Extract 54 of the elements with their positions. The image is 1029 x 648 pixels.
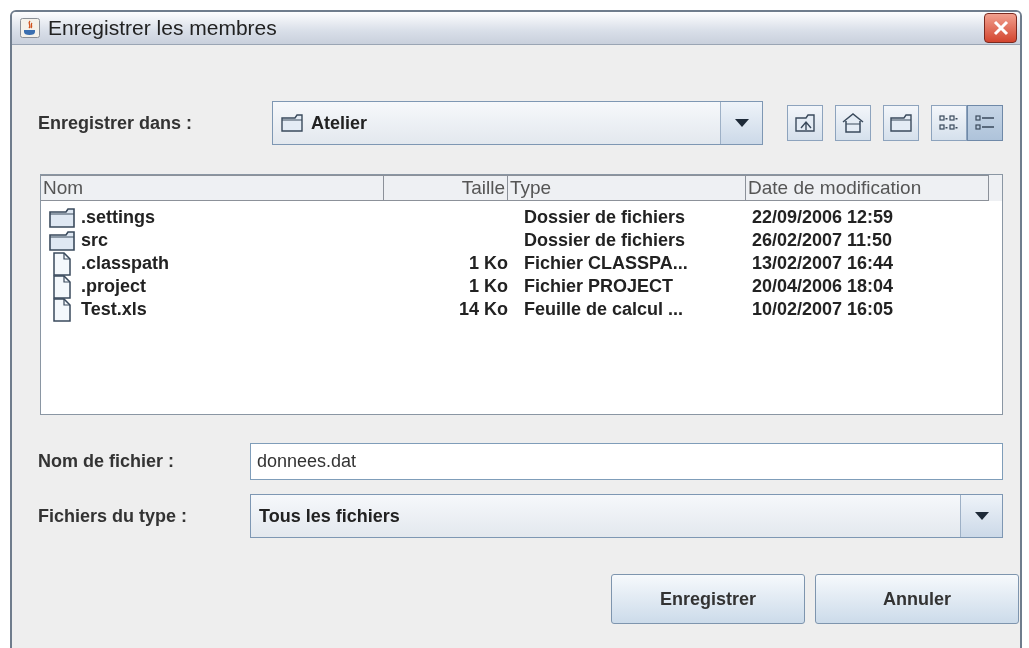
file-name[interactable]: .project: [81, 276, 146, 297]
field-label: Nom de fichier :: [38, 451, 176, 472]
file-icon: [51, 274, 73, 299]
folder-icon: [49, 230, 75, 251]
file-icon: [51, 297, 73, 322]
file-size: 1 Ko: [469, 276, 508, 297]
file-type: Fichier CLASSPA...: [524, 253, 688, 274]
file-name[interactable]: Test.xls: [81, 299, 147, 320]
file-type: Fichier PROJECT: [524, 276, 674, 297]
folder-up-icon: [795, 114, 815, 132]
file-date: 22/09/2006 12:59: [752, 207, 894, 228]
file-date: 13/02/2007 16:44: [752, 253, 894, 274]
field-label: Enregistrer dans :: [38, 112, 194, 134]
file-type: Dossier de fichiers: [524, 230, 686, 251]
caret-icon: [734, 119, 749, 127]
file-type: Dossier de fichiers: [524, 207, 686, 228]
file-name[interactable]: .classpath: [81, 253, 170, 274]
toolbar-button[interactable]: [931, 105, 967, 141]
file-size: 14 Ko: [458, 299, 508, 320]
file-icon: [51, 251, 73, 276]
list-view-icon: [939, 114, 959, 132]
combo-value: Atelier: [311, 112, 368, 134]
file-name-field[interactable]: donnees.dat: [250, 443, 1003, 480]
folder-icon: [49, 207, 75, 228]
home-icon: [842, 113, 864, 133]
cancel-button[interactable]: Annuler: [815, 574, 1019, 624]
toolbar-button[interactable]: [883, 105, 919, 141]
toolbar-button[interactable]: [835, 105, 871, 141]
column-header[interactable]: Taille: [384, 175, 508, 201]
file-name[interactable]: src: [81, 230, 109, 251]
toolbar-button[interactable]: [787, 105, 823, 141]
dropdown-button[interactable]: [720, 102, 762, 144]
file-type: Feuille de calcul ...: [524, 299, 684, 320]
save-button[interactable]: Enregistrer: [611, 574, 805, 624]
column-header[interactable]: Date de modification: [746, 175, 989, 201]
file-date: 26/02/2007 11:50: [752, 230, 893, 251]
close-button[interactable]: [984, 13, 1017, 43]
folder-icon: [890, 114, 912, 132]
file-date: 10/02/2007 16:05: [752, 299, 894, 320]
window-title: Enregistrer les membres: [48, 16, 278, 40]
caret-icon: [974, 512, 989, 520]
details-view-icon: [975, 114, 995, 132]
field-label: Fichiers du type :: [38, 505, 189, 527]
column-header[interactable]: Nom: [41, 175, 384, 201]
file-date: 20/04/2006 18:04: [752, 276, 894, 297]
close-icon: [992, 20, 1009, 36]
file-size: 1 Ko: [469, 253, 508, 274]
app-icon: [20, 18, 40, 38]
column-header[interactable]: Type: [508, 175, 746, 201]
toolbar-button[interactable]: [967, 105, 1003, 141]
combo-value: Tous les fichiers: [259, 505, 400, 527]
folder-icon: [281, 114, 303, 132]
dropdown-button[interactable]: [960, 495, 1002, 537]
file-name[interactable]: .settings: [81, 207, 155, 228]
